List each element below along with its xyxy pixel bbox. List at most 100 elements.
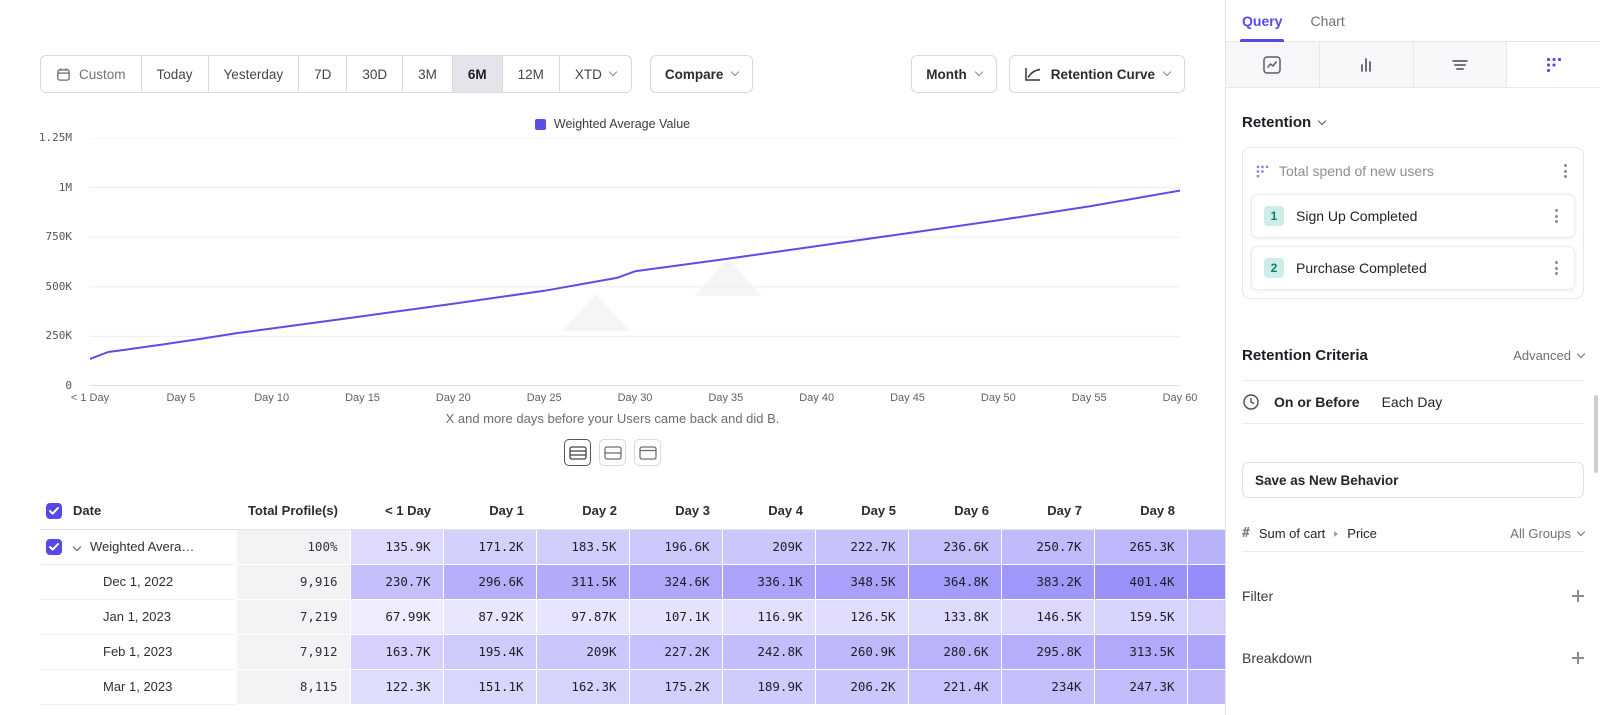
row-checkbox[interactable] — [46, 539, 62, 555]
retention-value-cell: 163.7K — [350, 634, 443, 669]
column-header-day[interactable]: Day 7 — [1001, 493, 1094, 529]
behavior-title: Total spend of new users — [1279, 163, 1551, 179]
viz-tab-bar-chart[interactable] — [1320, 42, 1414, 87]
x-tick-label: Day 60 — [1163, 392, 1198, 404]
x-tick-label: Day 55 — [1072, 392, 1107, 404]
range-30d-button[interactable]: 30D — [347, 55, 403, 93]
x-tick-label: Day 35 — [708, 392, 743, 404]
column-header-day[interactable]: Day 5 — [815, 493, 908, 529]
select-all-checkbox[interactable] — [46, 503, 62, 519]
density-compact-button[interactable] — [564, 439, 591, 466]
chart-type-dropdown[interactable]: Retention Curve — [1009, 55, 1185, 93]
date-range-segmented-control: Custom Today Yesterday 7D 30D 3M 6M 12M … — [40, 55, 632, 93]
retention-value-cell: 313.5K — [1094, 634, 1187, 669]
report-main: Custom Today Yesterday 7D 30D 3M 6M 12M … — [0, 0, 1225, 715]
column-header-day[interactable]: Day 2 — [536, 493, 629, 529]
total-profiles-cell: 100% — [237, 529, 350, 564]
retention-value-cell: 260.9K — [815, 634, 908, 669]
column-header-total[interactable]: Total Profile(s) — [237, 493, 350, 529]
add-filter-icon[interactable] — [1572, 590, 1584, 602]
viz-tab-funnel[interactable] — [1414, 42, 1508, 87]
x-tick-label: Day 40 — [799, 392, 834, 404]
retention-value-cell: 401.4K — [1094, 564, 1187, 599]
row-label-date[interactable]: Jan 1, 2023 — [40, 599, 237, 634]
range-12m-button[interactable]: 12M — [503, 55, 560, 93]
viz-tab-retention[interactable] — [1507, 42, 1600, 87]
column-header-day[interactable]: < 1 Day — [350, 493, 443, 529]
all-groups-dropdown[interactable]: All Groups — [1510, 526, 1584, 541]
row-label-weighted-average[interactable]: Weighted Average ... — [40, 529, 237, 564]
rows-compact-icon — [569, 446, 587, 460]
viz-tab-insights[interactable] — [1226, 42, 1320, 87]
range-xtd-button[interactable]: XTD — [560, 55, 632, 93]
tab-query[interactable]: Query — [1242, 0, 1282, 42]
range-3m-button[interactable]: 3M — [403, 55, 453, 93]
compare-button[interactable]: Compare — [650, 55, 754, 93]
kebab-menu-icon[interactable] — [1560, 160, 1571, 182]
y-tick-label: 1M — [59, 181, 72, 194]
check-icon — [49, 543, 59, 551]
density-medium-button[interactable] — [599, 439, 626, 466]
save-as-new-behavior-button[interactable]: Save as New Behavior — [1242, 462, 1584, 498]
retention-value-cell: 247.3K — [1094, 669, 1187, 704]
column-header-day[interactable]: Day 6 — [908, 493, 1001, 529]
tab-chart[interactable]: Chart — [1310, 0, 1344, 42]
x-tick-label: Day 45 — [890, 392, 925, 404]
retention-value-cell: 311.5K — [536, 564, 629, 599]
column-header-day[interactable]: Day 8 — [1094, 493, 1187, 529]
range-custom-button[interactable]: Custom — [40, 55, 142, 93]
column-header-day[interactable]: Day 4 — [722, 493, 815, 529]
density-tall-button[interactable] — [634, 439, 661, 466]
retention-value-cell: 221.4K — [908, 669, 1001, 704]
calendar-icon — [56, 67, 71, 82]
chevron-down-icon — [1163, 68, 1171, 76]
column-header-day[interactable]: Day 3 — [629, 493, 722, 529]
y-tick-label: 1.25M — [39, 131, 72, 144]
behavior-step-2[interactable]: 2 Purchase Completed — [1251, 246, 1575, 290]
retention-series-line[interactable] — [90, 191, 1180, 359]
breakdown-section[interactable]: Breakdown — [1242, 650, 1584, 666]
legend-swatch[interactable] — [535, 119, 546, 130]
row-label-date[interactable]: Feb 1, 2023 — [40, 634, 237, 669]
x-tick-label: Day 25 — [527, 392, 562, 404]
retention-curve-icon — [1024, 66, 1042, 82]
partial-next-day-cell — [1187, 564, 1225, 599]
add-breakdown-icon[interactable] — [1572, 652, 1584, 664]
granularity-dropdown[interactable]: Month — [911, 55, 996, 93]
retention-value-cell: 122.3K — [350, 669, 443, 704]
range-6m-button[interactable]: 6M — [453, 55, 503, 93]
measure-row[interactable]: # Sum of cart Price All Groups — [1242, 516, 1584, 552]
retention-value-cell: 227.2K — [629, 634, 722, 669]
chevron-down-icon — [609, 68, 617, 76]
range-yesterday-button[interactable]: Yesterday — [209, 55, 300, 93]
retention-value-cell: 107.1K — [629, 599, 722, 634]
partial-next-day-cell — [1187, 634, 1225, 669]
row-label: Dec 1, 2022 — [46, 574, 237, 589]
legend-label[interactable]: Weighted Average Value — [554, 117, 690, 131]
retention-value-cell: 195.4K — [443, 634, 536, 669]
behavior-step-1[interactable]: 1 Sign Up Completed — [1251, 194, 1575, 238]
row-label-date[interactable]: Dec 1, 2022 — [40, 564, 237, 599]
retention-section-header[interactable]: Retention — [1242, 114, 1584, 131]
retention-value-cell: 116.9K — [722, 599, 815, 634]
step-number-badge: 2 — [1264, 258, 1284, 278]
table-header-row: DateTotal Profile(s)< 1 DayDay 1Day 2Day… — [40, 493, 1225, 529]
range-today-button[interactable]: Today — [142, 55, 209, 93]
kebab-menu-icon[interactable] — [1551, 257, 1562, 279]
kebab-menu-icon[interactable] — [1551, 205, 1562, 227]
retention-value-cell: 348.5K — [815, 564, 908, 599]
expand-chevron-icon[interactable] — [73, 542, 81, 550]
retention-value-cell: 209K — [722, 529, 815, 564]
total-profiles-cell: 7,912 — [237, 634, 350, 669]
sidebar-scrollbar-thumb[interactable] — [1594, 395, 1598, 473]
advanced-dropdown[interactable]: Advanced — [1513, 348, 1584, 363]
retention-value-cell: 383.2K — [1001, 564, 1094, 599]
criteria-heading: Retention Criteria — [1242, 347, 1368, 364]
range-7d-button[interactable]: 7D — [299, 55, 347, 93]
x-tick-label: < 1 Day — [71, 392, 109, 404]
filter-section[interactable]: Filter — [1242, 588, 1584, 604]
column-header-day[interactable]: Day 1 — [443, 493, 536, 529]
table-row: Weighted Average ...100%135.9K171.2K183.… — [40, 529, 1225, 564]
criteria-timing-row[interactable]: On or Before Each Day — [1242, 380, 1584, 424]
row-label-date[interactable]: Mar 1, 2023 — [40, 669, 237, 704]
